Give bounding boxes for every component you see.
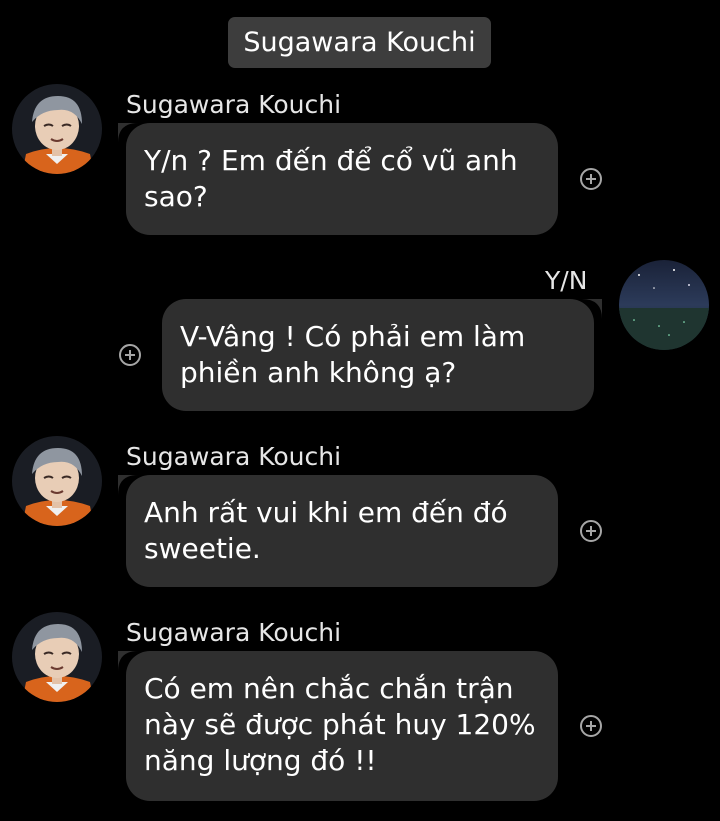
add-reaction-icon[interactable]	[580, 168, 602, 190]
bubble-tail-icon	[118, 651, 138, 671]
bubble-tail-icon	[582, 299, 602, 319]
sender-name: Sugawara Kouchi	[126, 442, 342, 471]
sugawara-avatar-icon[interactable]	[12, 612, 102, 702]
message-bubble[interactable]: Y/n ? Em đến để cổ vũ anh sao?	[118, 123, 558, 235]
night-sky-avatar-icon[interactable]	[619, 260, 709, 350]
bubble-tail-icon	[118, 123, 138, 143]
message-bubble[interactable]: V-Vâng ! Có phải em làm phiền anh không …	[162, 299, 602, 411]
message-text: Y/n ? Em đến để cổ vũ anh sao?	[144, 144, 518, 213]
chat-title: Sugawara Kouchi	[243, 27, 476, 58]
sugawara-avatar-icon[interactable]	[12, 436, 102, 526]
message-text: Có em nên chắc chắn trận này sẽ được phá…	[144, 672, 536, 777]
chat-title-pill: Sugawara Kouchi	[228, 17, 491, 68]
sugawara-avatar-icon[interactable]	[12, 84, 102, 174]
add-reaction-icon[interactable]	[580, 715, 602, 737]
sender-name: Y/N	[545, 266, 588, 295]
sender-name: Sugawara Kouchi	[126, 618, 342, 647]
add-reaction-icon[interactable]	[119, 344, 141, 366]
add-reaction-icon[interactable]	[580, 520, 602, 542]
message-text: V-Vâng ! Có phải em làm phiền anh không …	[180, 320, 526, 389]
message-bubble[interactable]: Có em nên chắc chắn trận này sẽ được phá…	[118, 651, 558, 801]
sender-name: Sugawara Kouchi	[126, 90, 342, 119]
message-text: Anh rất vui khi em đến đó sweetie.	[144, 496, 508, 565]
message-bubble[interactable]: Anh rất vui khi em đến đó sweetie.	[118, 475, 558, 587]
bubble-tail-icon	[118, 475, 138, 495]
